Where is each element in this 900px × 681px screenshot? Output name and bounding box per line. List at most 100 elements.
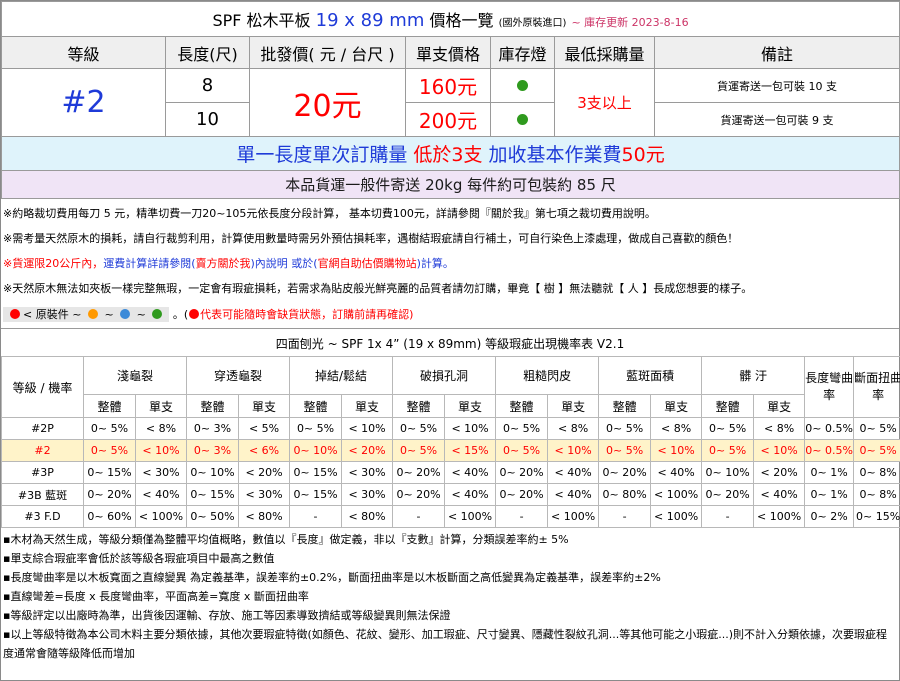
defect-cell: 0~ 5%	[392, 417, 446, 440]
defect-cell: < 80%	[341, 505, 394, 528]
group-header: 破損孔洞	[392, 356, 497, 395]
quote-shop-link[interactable]: 官網自助估價購物站	[318, 257, 417, 270]
order-notice-fee: 50元	[621, 144, 665, 166]
subheader-piece: 單支	[341, 394, 394, 418]
order-notice-row: 單一長度單次訂購量 低於3支 加收基本作業費50元	[0, 136, 900, 171]
defect-cell: 0~ 10%	[701, 461, 755, 484]
defect-cell: 0~ 2%	[804, 505, 855, 528]
title-suffix: 價格一覽	[429, 11, 494, 30]
unit-price: 200元	[405, 102, 491, 137]
legend-label: < 原裝件	[23, 308, 69, 321]
defect-cell: < 100%	[753, 505, 806, 528]
note-wastage: ※需考量天然原木的損耗，請自行裁剪利用，計算使用數量時需另外預估損耗率，遇樹結瑕…	[3, 232, 739, 245]
group-header: 粗糙閃皮	[495, 356, 600, 395]
defect-cell: -	[392, 505, 446, 528]
defect-grade: #3P	[1, 461, 84, 484]
defect-cell: 0~ 20%	[83, 483, 136, 506]
defect-cell: -	[495, 505, 549, 528]
stock-indicator-icon	[517, 80, 528, 91]
remark: 貨運寄送一包可裝 9 支	[653, 102, 900, 137]
defect-cell: < 40%	[444, 461, 497, 484]
header-unit-price: 單支價格	[405, 36, 491, 69]
defect-cell: < 80%	[238, 505, 291, 528]
legend-red-dot-icon	[10, 309, 20, 319]
group-header: 淺龜裂	[82, 356, 188, 395]
subheader-piece: 單支	[650, 394, 703, 418]
header-remark: 備註	[653, 36, 900, 69]
defect-cell: < 15%	[444, 439, 497, 462]
defect-cell: 0~ 15%	[853, 505, 900, 528]
defect-cell: < 100%	[134, 505, 188, 528]
grade-probability-header: 等級 / 機率	[1, 356, 84, 418]
footnotes: ▪木材為天然生成，等級分類僅為整體平均值概略，數值以『長度』做定義，非以『支數』…	[1, 528, 899, 663]
defect-cell: 0~ 0.5%	[804, 417, 855, 440]
order-notice: 單一長度單次訂購量 低於3支 加收基本作業費50元	[0, 136, 900, 171]
defect-cell: < 100%	[650, 505, 703, 528]
defect-cell: 0~ 5%	[495, 439, 549, 462]
grade-value: #2	[1, 68, 166, 137]
price-row-8: #2 8 20元 160元 3支以上 貨運寄送一包可裝 10 支	[1, 68, 900, 137]
subheader-whole: 整體	[598, 394, 652, 418]
legend-warning: 代表可能隨時會缺貨狀態，訂購前請再確認)	[200, 308, 414, 321]
stock-light-cell	[490, 68, 555, 103]
defect-cell: 0~ 3%	[186, 417, 240, 440]
defect-row: #3B 藍斑 0~ 20% < 40% 0~ 15% < 30% 0~ 15% < 30% 0…	[1, 483, 900, 506]
order-notice-min: 低於3支	[413, 144, 483, 166]
defect-cell: 0~ 5%	[853, 417, 900, 440]
defect-grade: #3B 藍斑	[1, 483, 84, 506]
legend-separator: ~	[136, 308, 146, 321]
footnote: ▪木材為天然生成，等級分類僅為整體平均值概略，數值以『長度』做定義，非以『支數』…	[3, 533, 569, 546]
defect-cell: 0~ 5%	[83, 417, 136, 440]
defect-cell: 0~ 5%	[598, 417, 652, 440]
defect-cell: < 30%	[238, 483, 291, 506]
defect-row: #2P 0~ 5% < 8% 0~ 3% < 5% 0~ 5% < 10% 0~ 5% < 10…	[1, 417, 900, 440]
defect-cell: < 100%	[650, 483, 703, 506]
defect-cell: 0~ 1%	[804, 461, 855, 484]
origin-note: (國外原裝進口)	[498, 18, 567, 29]
subheader-whole: 整體	[701, 394, 755, 418]
remark: 貨運寄送一包可裝 10 支	[653, 68, 900, 103]
defect-cell: < 10%	[547, 439, 600, 462]
defect-row: #2 0~ 5% < 10% 0~ 3% < 6% 0~ 10% < 20% 0~ 5% < 1…	[1, 439, 900, 462]
defect-grade: #2P	[1, 417, 84, 440]
unit-price: 160元	[405, 68, 491, 103]
subheader-whole: 整體	[392, 394, 446, 418]
group-header: 掉結/鬆結	[289, 356, 394, 395]
defect-cell: < 5%	[238, 417, 291, 440]
defect-cell: 0~ 15%	[289, 483, 343, 506]
min-order: 3支以上	[554, 68, 655, 137]
subheader-whole: 整體	[186, 394, 240, 418]
stock-update-date: ~ 庫存更新 2023-8-16	[571, 16, 689, 29]
order-notice-text: 單一長度單次訂購量	[236, 144, 414, 166]
price-header-row: 等級 長度(尺) 批發價( 元 / 台尺 ) 單支價格 庫存燈 最低採購量 備註	[1, 36, 900, 69]
defect-cell: 0~ 20%	[392, 483, 446, 506]
defect-cell: 0~ 20%	[701, 483, 755, 506]
bow-header: 長度彎曲率	[804, 356, 855, 418]
about-me-link[interactable]: 賣方關於我	[196, 257, 251, 270]
defect-cell: < 30%	[134, 461, 188, 484]
title-product: SPF 松木平板	[212, 11, 311, 30]
length-value: 10	[165, 102, 250, 137]
subheader-whole: 整體	[83, 394, 136, 418]
defect-cell: 0~ 80%	[598, 483, 652, 506]
stock-indicator-icon	[517, 114, 528, 125]
defect-cell: < 8%	[753, 417, 806, 440]
defect-cell: < 40%	[650, 461, 703, 484]
wholesale-price: 20元	[249, 68, 406, 137]
defect-table: 等級 / 機率 淺龜裂 穿透龜裂 掉結/鬆結 破損孔洞 粗糙閃皮 藍斑面積 髒 …	[1, 356, 900, 528]
defect-cell: -	[289, 505, 343, 528]
header-length: 長度(尺)	[165, 36, 250, 69]
notes-block: ※約略裁切費用每刀 5 元，精準切費一刀20~105元依長度分段計算， 基本切費…	[1, 199, 899, 328]
defect-cell: 0~ 8%	[853, 461, 900, 484]
defect-row: #3 F.D 0~ 60% < 100% 0~ 50% < 80% - < 80% - < 10…	[1, 505, 900, 528]
defect-cell: 0~ 20%	[495, 483, 549, 506]
price-table: SPF 松木平板 19 x 89 mm 價格一覽 (國外原裝進口) ~ 庫存更新…	[0, 1, 900, 199]
defect-cell: 0~ 1%	[804, 483, 855, 506]
legend-separator: ~	[72, 308, 82, 321]
defect-cell: < 40%	[753, 483, 806, 506]
defect-cell: < 10%	[753, 439, 806, 462]
defect-cell: 0~ 8%	[853, 483, 900, 506]
defect-cell: < 100%	[547, 505, 600, 528]
subheader-whole: 整體	[495, 394, 549, 418]
defect-cell: < 30%	[341, 483, 394, 506]
